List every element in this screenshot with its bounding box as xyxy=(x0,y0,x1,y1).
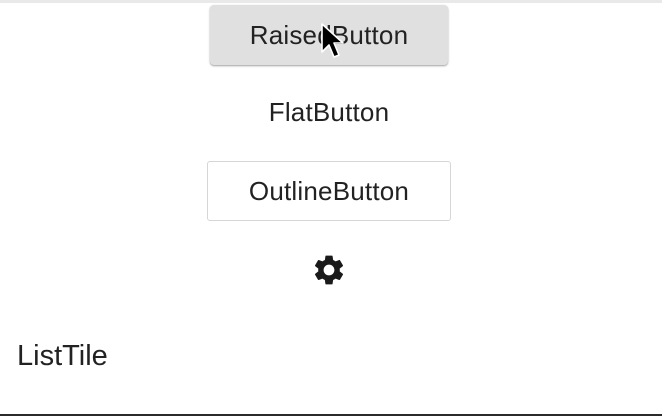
flat-button[interactable]: FlatButton xyxy=(225,82,433,142)
settings-gear-icon[interactable] xyxy=(310,251,348,289)
outline-button[interactable]: OutlineButton xyxy=(207,161,451,221)
gear-icon-graphic xyxy=(314,255,344,285)
raised-button[interactable]: RaisedButton xyxy=(210,5,448,65)
flat-button-label: FlatButton xyxy=(268,96,390,127)
list-tile[interactable]: ListTile xyxy=(0,318,662,394)
outline-button-label: OutlineButton xyxy=(248,175,410,206)
raised-button-label: RaisedButton xyxy=(249,19,409,50)
list-tile-title: ListTile xyxy=(17,339,108,372)
app-screen: RaisedButton FlatButton OutlineButton Li… xyxy=(0,0,662,416)
top-divider xyxy=(0,0,662,3)
